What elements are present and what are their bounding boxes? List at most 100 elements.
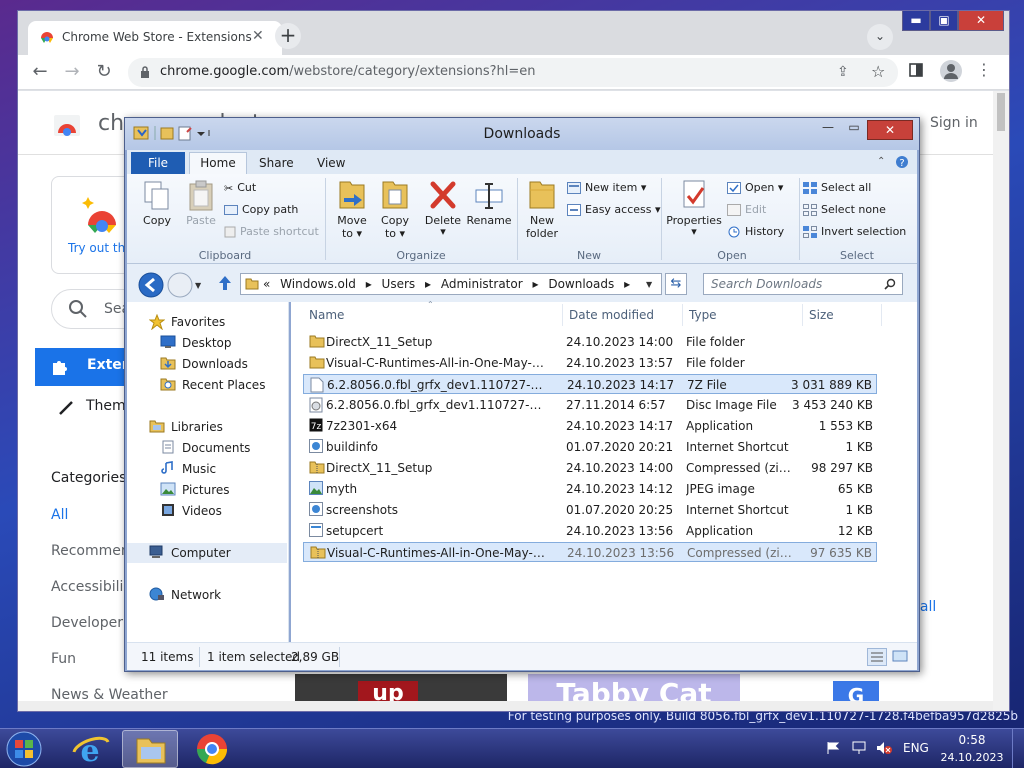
select-none-button[interactable]: Select none [803,203,886,216]
recent-locations-dropdown-icon[interactable]: ▼ [195,281,201,290]
chrome-minimize-button[interactable]: ▬ [902,11,930,31]
forward-arrow-icon[interactable]: → [60,61,84,82]
nav-libraries[interactable]: Libraries [127,417,287,437]
nav-desktop[interactable]: Desktop [127,333,287,353]
chrome-maximize-button[interactable]: ▣ [930,11,958,31]
up-arrow-icon[interactable] [217,274,233,292]
category-all[interactable]: All [51,507,68,523]
history-button[interactable]: History [727,225,784,238]
breadcrumb-separator[interactable]: ▸ [366,277,372,291]
internet-explorer-icon[interactable]: e [62,730,118,768]
show-desktop-button[interactable] [1012,729,1024,768]
file-row[interactable]: 7z 7z2301-x64 24.10.2023 14:17 Application 1… [303,416,877,436]
breadcrumb-overflow[interactable]: « [263,277,270,291]
address-path-field[interactable]: « Windows.old ▸ Users ▸ Administrator ▸ … [240,273,662,295]
file-row[interactable]: buildinfo 01.07.2020 20:21 Internet Shortc… [303,437,877,457]
refresh-icon[interactable]: ⇆ [665,273,687,295]
clock-date[interactable]: 24.10.2023 [937,751,1007,764]
breadcrumb-users[interactable]: Users [382,277,416,291]
side-panel-icon[interactable] [909,63,923,77]
tab-share[interactable]: Share [259,156,294,170]
nav-videos[interactable]: Videos [127,501,287,521]
file-row[interactable]: Visual-C-Runtimes-All-in-One-May-2023 24.… [303,542,877,562]
cut-button[interactable]: ✂ Cut [224,181,256,195]
rename-button[interactable]: Rename [465,178,513,227]
help-icon[interactable]: ? [895,155,909,169]
explorer-minimize-button[interactable]: — [815,120,841,140]
file-row[interactable]: DirectX_11_Setup 24.10.2023 14:00 File fol… [303,332,877,352]
back-arrow-icon[interactable]: ← [28,61,52,82]
file-row[interactable]: screenshots 01.07.2020 20:25 Internet Shor… [303,500,877,520]
minimize-ribbon-icon[interactable]: ⌃ [877,156,885,167]
new-folder-button[interactable]: New folder [520,178,564,240]
category-recommended[interactable]: Recommen [51,543,130,559]
large-icons-view-icon[interactable] [891,648,911,666]
category-fun[interactable]: Fun [51,651,76,667]
page-horizontal-scrollbar[interactable] [18,701,993,711]
invert-selection-button[interactable]: Invert selection [803,225,906,238]
breadcrumb-downloads[interactable]: Downloads [548,277,614,291]
action-center-flag-icon[interactable] [826,741,840,755]
copy-path-button[interactable]: Copy path [224,203,298,216]
breadcrumb-administrator[interactable]: Administrator [441,277,523,291]
start-orb-icon[interactable] [4,730,44,768]
file-row[interactable]: myth 24.10.2023 14:12 JPEG image 65 KB [303,479,877,499]
copy-button[interactable]: Copy [135,180,179,227]
back-arrow-icon[interactable] [138,272,164,298]
address-dropdown-icon[interactable]: ▼ [646,280,652,289]
reload-icon[interactable]: ↻ [92,61,116,82]
nav-favorites[interactable]: Favorites [127,312,287,332]
volume-muted-icon[interactable] [876,741,892,755]
file-row[interactable]: setupcert 24.10.2023 13:56 Application 12 K… [303,521,877,541]
breadcrumb-separator[interactable]: ▸ [425,277,431,291]
address-bar[interactable]: chrome.google.com/webstore/category/exte… [128,58,898,87]
new-item-button[interactable]: New item ▾ [567,181,646,194]
search-icon[interactable] [884,278,896,290]
share-icon[interactable]: ⇪ [837,64,849,80]
file-row[interactable]: 6.2.8056.0.fbl_grfx_dev1.110727-1728_am.… [303,395,877,415]
tab-close-icon[interactable]: ✕ [252,28,264,44]
tab-view[interactable]: View [317,156,345,170]
bookmark-star-icon[interactable]: ☆ [871,62,885,81]
properties-button[interactable]: Properties ▾ [664,178,724,238]
breadcrumb-separator[interactable]: ▸ [532,277,538,291]
nav-computer[interactable]: Computer [127,543,287,563]
nav-documents[interactable]: Documents [127,438,287,458]
edit-button[interactable]: Edit [727,203,766,216]
explorer-close-button[interactable]: ✕ [867,120,913,140]
new-tab-button[interactable]: + [275,23,301,49]
tab-file[interactable]: File [131,152,185,174]
clock-time[interactable]: 0:58 [944,733,1000,747]
sign-in-link[interactable]: Sign in [930,115,978,131]
profile-avatar-icon[interactable] [940,60,962,82]
nav-music[interactable]: Music [127,459,287,479]
paste-button[interactable]: Paste [179,180,223,227]
tab-home[interactable]: Home [189,152,247,174]
select-all-button[interactable]: Select all [803,181,871,194]
details-view-icon[interactable] [867,648,887,666]
file-explorer-taskbar-icon[interactable] [122,730,178,768]
open-button[interactable]: Open ▾ [727,181,783,194]
chrome-taskbar-icon[interactable] [184,730,240,768]
file-row[interactable]: Visual-C-Runtimes-All-in-One-May-2023 24.… [303,353,877,373]
tab-search-chevron-icon[interactable]: ⌄ [867,24,893,50]
scrollbar-thumb[interactable] [997,93,1005,131]
nav-pictures[interactable]: Pictures [127,480,287,500]
forward-arrow-icon[interactable] [167,272,193,298]
easy-access-button[interactable]: Easy access ▾ [567,203,661,216]
chrome-close-button[interactable]: ✕ [958,11,1004,31]
copy-to-button[interactable]: Copy to ▾ [373,178,417,240]
input-language[interactable]: ENG [903,741,929,755]
file-row[interactable]: 6.2.8056.0.fbl_grfx_dev1.110727-1728_am.… [303,374,877,394]
nav-downloads[interactable]: Downloads [127,354,287,374]
chrome-menu-icon[interactable]: ⋮ [976,60,992,79]
page-scrollbar[interactable] [993,91,1009,711]
nav-recent-places[interactable]: Recent Places [127,375,287,395]
breadcrumb-separator[interactable]: ▸ [624,277,630,291]
explorer-titlebar[interactable]: Downloads — ▭ ✕ [125,118,919,150]
search-input[interactable]: Search Downloads [703,273,903,295]
breadcrumb-windows-old[interactable]: Windows.old [280,277,356,291]
chrome-web-store-logo-icon[interactable] [52,111,82,137]
explorer-maximize-button[interactable]: ▭ [841,120,867,140]
network-tray-icon[interactable] [851,741,867,755]
